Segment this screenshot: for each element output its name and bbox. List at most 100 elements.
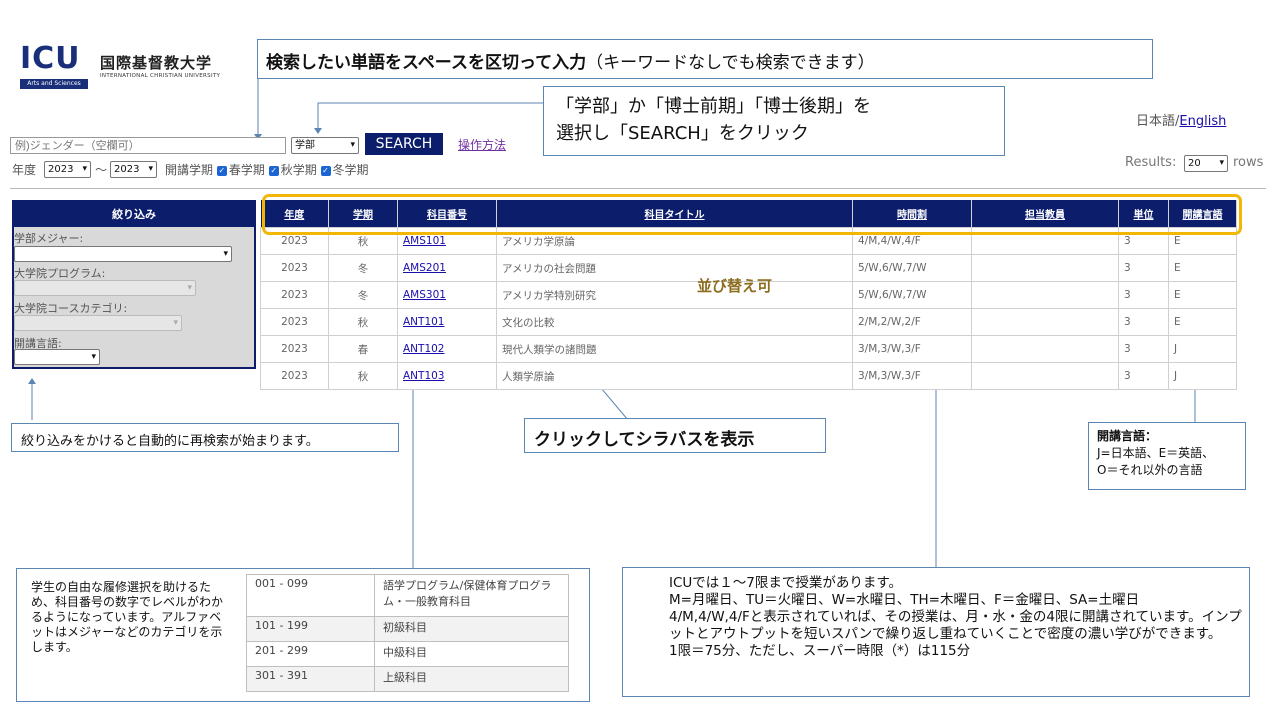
logo-name-en: INTERNATIONAL CHRISTIAN UNIVERSITY — [100, 73, 221, 79]
level-description: 初級科目 — [374, 616, 569, 642]
search-button[interactable]: SEARCH — [365, 133, 443, 155]
table-row: 2023 秋 ANT101 文化の比較 2/M,2/W,2/F 3 E — [260, 308, 1237, 336]
chevron-down-icon: ▾ — [82, 164, 87, 174]
course-level-table: 001 - 099 語学プログラム/保健体育プログラム・一般教育科目 101 -… — [246, 574, 569, 692]
cell-year: 2023 — [260, 335, 329, 363]
callout-search-tip-bold: 検索したい単語をスペースを区切って入力 — [266, 53, 587, 73]
logo-subtitle: Arts and Sciences — [20, 79, 88, 89]
filter-grad-program-label: 大学院プログラム: — [14, 267, 106, 280]
cell-year: 2023 — [260, 281, 329, 309]
cell-term: 秋 — [328, 362, 398, 390]
term-group: 開講学期 ✓ 春学期 ✓ 秋学期 ✓ 冬学期 — [165, 161, 369, 178]
callout-period-tip-line4: 1限＝75分、ただし、スーパー時限（*）は115分 — [669, 643, 971, 659]
chevron-down-icon: ▾ — [1219, 158, 1224, 168]
callout-search-tip-rest: （キーワードなしでも検索できます） — [586, 53, 875, 73]
cell-language: E — [1168, 308, 1237, 336]
search-input[interactable] — [10, 137, 286, 154]
cell-credits: 3 — [1118, 308, 1169, 336]
chevron-down-icon: ▾ — [148, 164, 153, 174]
callout-period-tip-line1: ICUでは１～7限まで授業があります。 — [669, 575, 903, 591]
cell-instructor — [971, 362, 1119, 390]
callout-filter-tip-text: 絞り込みをかけると自動的に再検索が始まります。 — [21, 434, 319, 449]
chevron-down-icon: ▾ — [187, 283, 192, 293]
connector-select-tip — [317, 102, 543, 130]
callout-syllabus-tip-text: クリックしてシラバスを表示 — [534, 430, 755, 450]
callout-sort-tip: 並び替え可 — [697, 277, 773, 295]
filter-sidebar-title: 絞り込み — [14, 202, 254, 227]
cell-schedule: 2/M,2/W,2/F — [852, 308, 972, 336]
level-range: 101 - 199 — [246, 616, 375, 642]
cell-year: 2023 — [260, 362, 329, 390]
cell-course-no: AMS201 — [397, 254, 497, 282]
chevron-down-icon: ▾ — [91, 352, 96, 362]
cell-instructor — [971, 335, 1119, 363]
cell-course-no: AMS301 — [397, 281, 497, 309]
filter-major-select[interactable]: ▾ — [14, 246, 232, 262]
level-range: 301 - 391 — [246, 666, 375, 692]
cell-schedule: 5/W,6/W,7/W — [852, 254, 972, 282]
level-description: 語学プログラム/保健体育プログラム・一般教育科目 — [374, 574, 569, 617]
year-label: 年度 — [12, 163, 37, 177]
chevron-down-icon: ▾ — [173, 318, 178, 328]
cell-title: アメリカの社会問題 — [496, 254, 853, 282]
filter-course-category-label: 大学院コースカテゴリ: — [14, 302, 128, 315]
language-switch: 日本語/English — [1136, 110, 1226, 129]
level-range: 001 - 099 — [246, 574, 375, 617]
table-row: 201 - 299 中級科目 — [246, 641, 569, 667]
year-from-select[interactable]: 2023 ▾ — [44, 161, 91, 178]
cell-term: 春 — [328, 335, 398, 363]
checkbox-autumn[interactable]: ✓ — [268, 165, 279, 176]
callout-period-tip-line2: M=月曜日、TU＝火曜日、W=水曜日、TH=木曜日、F＝金曜日、SA=土曜日 — [669, 592, 1140, 608]
callout-language-tip: 開講言語： J=日本語、E＝英語、 O＝それ以外の言語 — [1088, 422, 1246, 490]
term-label: 開講学期 — [165, 163, 214, 177]
level-select-value: 学部 — [295, 140, 315, 151]
help-link[interactable]: 操作方法 — [458, 136, 506, 153]
cell-credits: 3 — [1118, 281, 1169, 309]
table-row: 001 - 099 語学プログラム/保健体育プログラム・一般教育科目 — [246, 574, 569, 617]
year-to-value: 2023 — [114, 164, 140, 175]
year-from-value: 2023 — [48, 164, 74, 175]
filter-course-category-select[interactable]: ▾ — [14, 315, 182, 331]
callout-filter-tip: 絞り込みをかけると自動的に再検索が始まります。 — [11, 423, 399, 452]
cell-credits: 3 — [1118, 335, 1169, 363]
filter-grad-program-select[interactable]: ▾ — [14, 280, 196, 296]
term-winter-label: 冬学期 — [332, 163, 369, 177]
callout-syllabus-tip: クリックしてシラバスを表示 — [524, 418, 826, 453]
cell-language: J — [1168, 362, 1237, 390]
checkbox-winter[interactable]: ✓ — [320, 165, 331, 176]
callout-language-tip-line1: J=日本語、E＝英語、 — [1097, 446, 1215, 460]
results-unit: rows — [1233, 155, 1264, 170]
course-link[interactable]: ANT103 — [403, 370, 445, 382]
course-link[interactable]: ANT101 — [403, 316, 445, 328]
language-current: 日本語/ — [1136, 114, 1180, 129]
chevron-down-icon: ▾ — [223, 249, 228, 259]
course-link[interactable]: AMS101 — [403, 235, 446, 247]
level-description: 中級科目 — [374, 641, 569, 667]
callout-period-tip: ICUでは１～7限まで授業があります。 M=月曜日、TU＝火曜日、W=水曜日、T… — [622, 567, 1250, 697]
results-per-page-value: 20 — [1188, 158, 1201, 169]
logo-name-jp: 国際基督教大学 — [100, 54, 213, 72]
cell-course-no: ANT101 — [397, 308, 497, 336]
cell-title: 現代人類学の諸問題 — [496, 335, 853, 363]
callout-select-tip: 「学部」か「博士前期」「博士後期」を 選択し「SEARCH」をクリック — [543, 86, 1005, 156]
header-divider — [10, 188, 1266, 189]
year-term-row: 年度 — [12, 161, 36, 178]
cell-course-no: ANT102 — [397, 335, 497, 363]
results-label: Results: — [1125, 155, 1177, 170]
cell-term: 冬 — [328, 254, 398, 282]
table-row: 301 - 391 上級科目 — [246, 666, 569, 692]
course-link[interactable]: ANT102 — [403, 343, 445, 355]
course-link[interactable]: AMS201 — [403, 262, 446, 274]
level-select[interactable]: 学部 ▾ — [291, 137, 359, 154]
cell-schedule: 3/M,3/W,3/F — [852, 335, 972, 363]
checkbox-spring[interactable]: ✓ — [216, 165, 227, 176]
course-link[interactable]: AMS301 — [403, 289, 446, 301]
results-per-page-select[interactable]: 20 ▾ — [1184, 155, 1228, 172]
table-row: 2023 春 ANT102 現代人類学の諸問題 3/M,3/W,3/F 3 J — [260, 335, 1237, 363]
cell-year: 2023 — [260, 308, 329, 336]
callout-language-tip-line2: O＝それ以外の言語 — [1097, 463, 1203, 477]
chevron-down-icon: ▾ — [350, 140, 355, 150]
english-link[interactable]: English — [1179, 114, 1226, 129]
filter-language-select[interactable]: ▾ — [14, 349, 100, 365]
year-to-select[interactable]: 2023 ▾ — [110, 161, 157, 178]
